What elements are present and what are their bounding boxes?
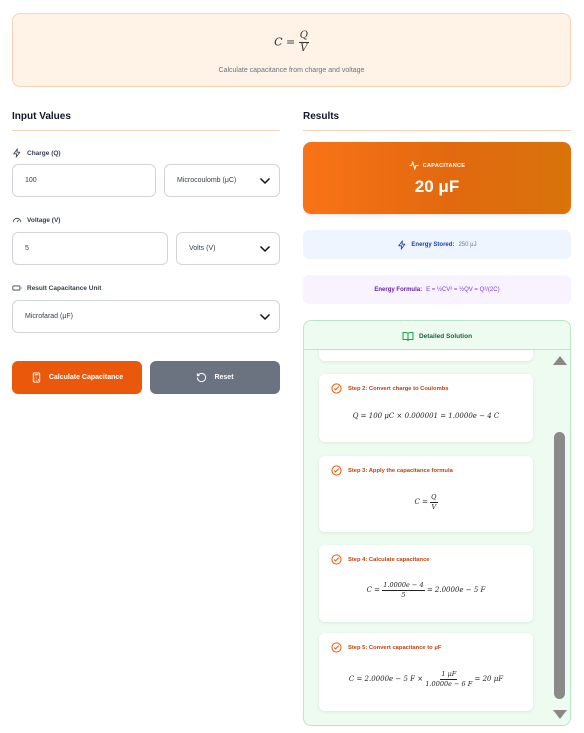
gauge-icon — [12, 217, 22, 223]
result-unit-value: Microfarad (μF) — [25, 313, 73, 320]
input-divider — [12, 130, 280, 131]
step-5-lhs: C = 2.0000e − 5 F × — [348, 675, 424, 683]
energy-formula-box: Energy Formula: E = ½CV² = ½QV = Q²/(2C) — [303, 275, 571, 304]
energy-stored-box: Energy Stored: 250 μJ — [303, 230, 571, 259]
input-values-title: Input Values — [12, 111, 71, 122]
formula-denominator: V — [300, 43, 308, 54]
voltage-unit-value: Volts (V) — [189, 245, 216, 252]
step-3-title-text: Step 3: Apply the capacitance formula — [348, 467, 453, 474]
scrollbar-thumb[interactable] — [554, 432, 565, 699]
result-unit-label: Result Capacitance Unit — [12, 283, 101, 293]
results-divider — [303, 130, 571, 131]
chevron-down-icon — [259, 245, 271, 252]
formula-fraction: Q V — [298, 30, 309, 54]
result-unit-label-text: Result Capacitance Unit — [27, 284, 102, 292]
step-card-3: Step 3: Apply the capacitance formula C … — [319, 456, 533, 532]
step-2-title: Step 2: Convert charge to Coulombs — [331, 383, 449, 394]
step-4-title: Step 4: Calculate capacitance — [331, 554, 430, 565]
capacitance-value: 20 μF — [414, 177, 460, 196]
step-5-math: C = 2.0000e − 5 F × 1 μF 1.0000e − 6 F =… — [319, 671, 533, 687]
formula-caption: Calculate capacitance from charge and vo… — [218, 67, 365, 74]
energy-formula-value: E = ½CV² = ½QV = Q²/(2C) — [426, 286, 500, 293]
charge-unit-value: Microcoulomb (μC) — [177, 177, 237, 184]
detailed-solution-header: Detailed Solution — [304, 330, 570, 342]
step-4-numerator: 1.0000e − 4 — [382, 581, 425, 591]
lightning-icon — [398, 239, 406, 250]
charge-label-text: Charge (Q) — [27, 149, 61, 157]
step-5-rhs: = 20 μF — [474, 675, 504, 683]
step-4-denominator: 5 — [401, 590, 406, 599]
step-5-fraction: 1 μF 1.0000e − 6 F — [425, 671, 472, 687]
formula-banner: C = Q V Calculate capacitance from charg… — [12, 13, 571, 87]
reset-button[interactable]: Reset — [150, 361, 280, 394]
step-3-math: C = Q V — [319, 494, 533, 510]
step-5-numerator: 1 μF — [440, 670, 458, 680]
check-circle-icon — [331, 642, 342, 653]
reset-icon — [197, 372, 207, 383]
activity-icon — [409, 161, 419, 170]
result-unit-select[interactable]: Microfarad (μF) — [12, 300, 280, 333]
step-3-denominator: V — [431, 502, 437, 511]
check-circle-icon — [331, 465, 342, 476]
calculator-icon — [32, 372, 41, 383]
step-3-numerator: Q — [430, 493, 438, 503]
voltage-label-text: Voltage (V) — [27, 216, 61, 224]
formula-numerator: Q — [298, 30, 309, 43]
step-card-2: Step 2: Convert charge to Coulombs Q = 1… — [319, 374, 533, 442]
energy-stored-label: Energy Stored: — [411, 241, 455, 248]
calculate-button-label: Calculate Capacitance — [48, 374, 124, 381]
voltage-unit-select[interactable]: Volts (V) — [176, 232, 280, 265]
step-3-lhs: C = — [414, 498, 428, 506]
scroll-down-arrow[interactable] — [552, 709, 568, 721]
step-4-title-text: Step 4: Calculate capacitance — [348, 556, 430, 563]
capacitance-result-card: CAPACITANCE 20 μF — [303, 142, 571, 214]
formula-lhs: C — [274, 35, 283, 49]
formula-display: C = Q V — [13, 31, 570, 54]
step-3-title: Step 3: Apply the capacitance formula — [331, 465, 453, 476]
voltage-input[interactable]: 5 — [12, 232, 168, 265]
battery-icon — [12, 285, 22, 291]
reset-button-label: Reset — [214, 374, 234, 381]
charge-label: Charge (Q) — [12, 148, 61, 158]
step-5-title-text: Step 5: Convert capacitance to μF — [348, 644, 442, 651]
capacitance-label-text: CAPACITANCE — [422, 162, 466, 169]
charge-unit-select[interactable]: Microcoulomb (μC) — [164, 164, 280, 197]
scroll-up-arrow[interactable] — [552, 354, 568, 366]
step-4-fraction: 1.0000e − 4 5 — [382, 581, 425, 599]
step-4-math: C = 1.0000e − 4 5 = 2.0000e − 5 F — [319, 582, 533, 598]
step-4-lhs: C = — [366, 586, 381, 594]
solution-steps-scroll[interactable]: Step 2: Convert charge to Coulombs Q = 1… — [304, 350, 542, 725]
calculate-button[interactable]: Calculate Capacitance — [12, 361, 142, 394]
step-5-denominator: 1.0000e − 6 F — [425, 679, 473, 688]
detailed-solution-panel: Detailed Solution Step 2: Convert charge… — [303, 320, 571, 726]
step-2-title-text: Step 2: Convert charge to Coulombs — [348, 385, 449, 392]
check-circle-icon — [331, 383, 342, 394]
check-circle-icon — [331, 554, 342, 565]
detailed-solution-title: Detailed Solution — [418, 332, 473, 340]
formula-equals: = — [286, 35, 296, 49]
step-card-1 — [319, 350, 533, 361]
chevron-down-icon — [259, 313, 271, 320]
energy-stored-value: 250 μJ — [458, 241, 477, 248]
step-card-4: Step 4: Calculate capacitance C = 1.0000… — [319, 545, 533, 622]
book-icon — [402, 331, 414, 341]
step-4-rhs: = 2.0000e − 5 F — [426, 586, 486, 594]
step-5-title: Step 5: Convert capacitance to μF — [331, 642, 441, 653]
lightning-icon — [13, 148, 21, 158]
capacitance-label: CAPACITANCE — [303, 161, 571, 170]
results-title: Results — [303, 111, 340, 122]
step-3-fraction: Q V — [430, 493, 438, 511]
step-card-5: Step 5: Convert capacitance to μF C = 2.… — [319, 633, 533, 711]
energy-formula-label: Energy Formula: — [374, 286, 423, 293]
voltage-label: Voltage (V) — [12, 215, 60, 225]
step-2-math: Q = 100 μC × 0.000001 = 1.0000e − 4 C — [352, 412, 500, 420]
chevron-down-icon — [259, 177, 271, 184]
charge-input[interactable]: 100 — [12, 164, 156, 197]
